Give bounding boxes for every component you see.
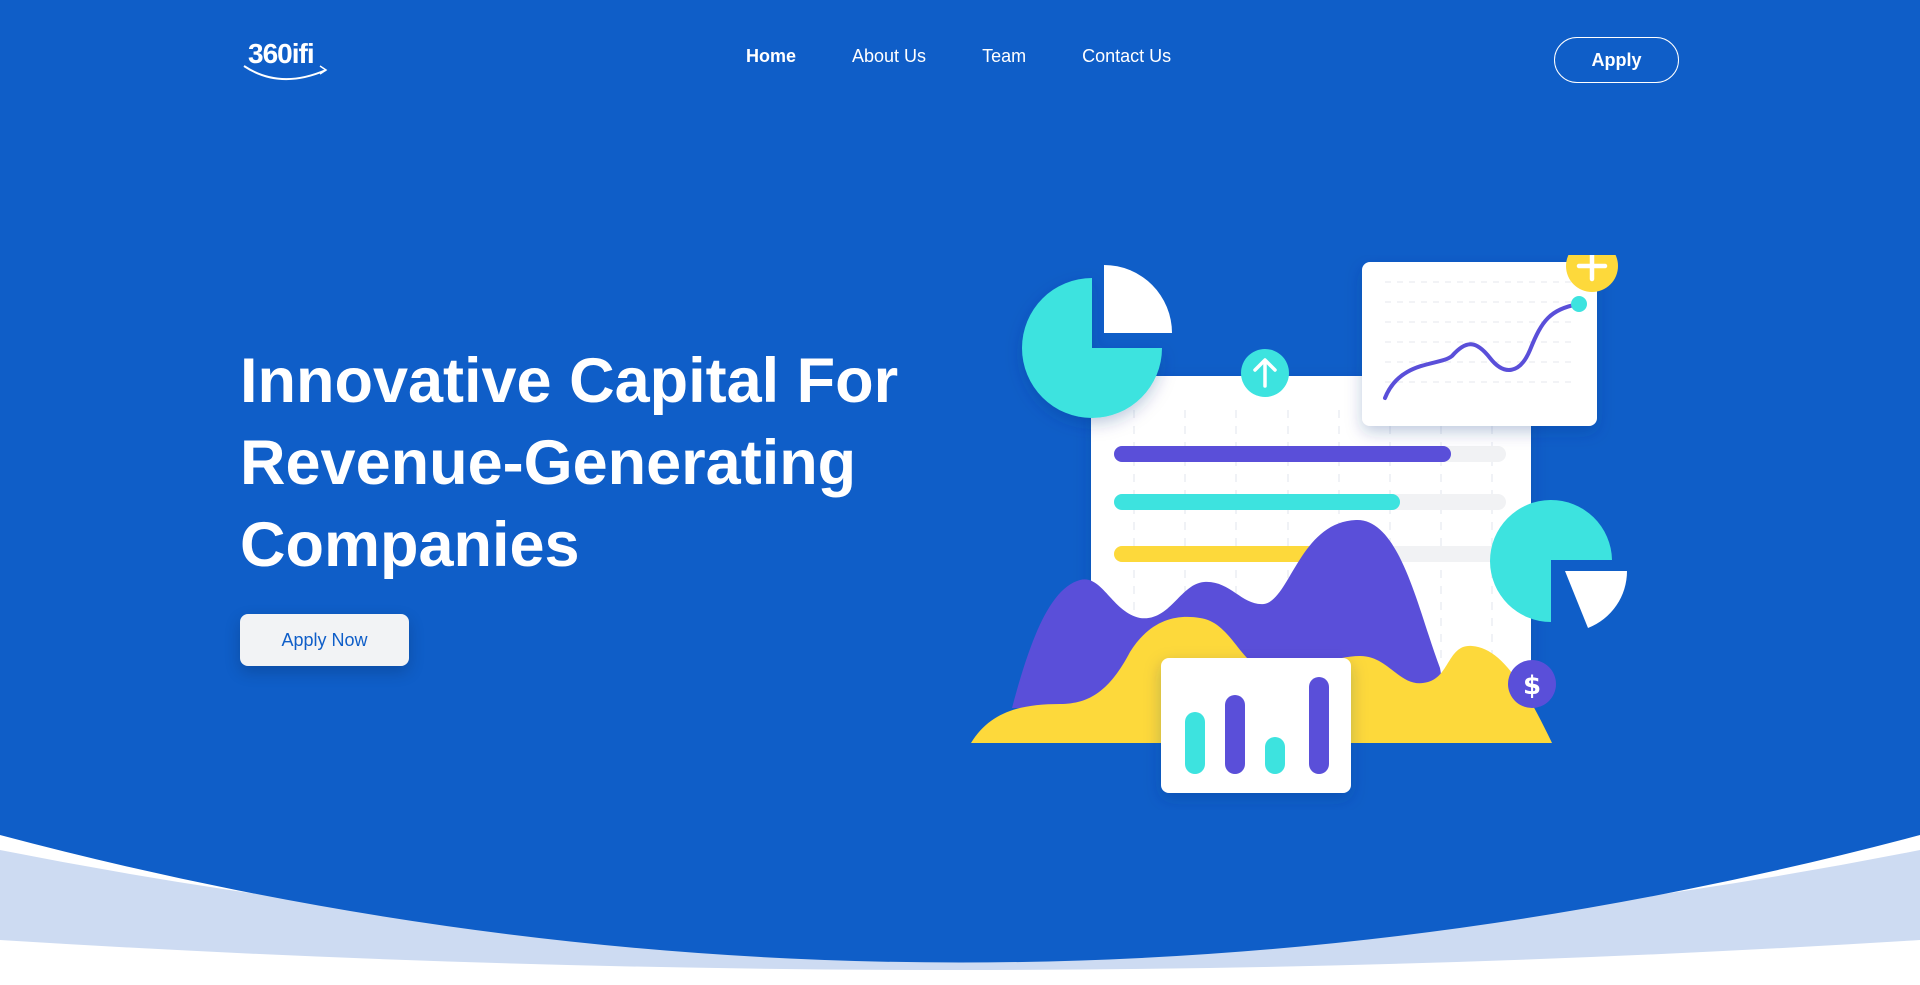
line-chart-icon — [1362, 262, 1597, 426]
bar-chart-icon — [1161, 658, 1351, 793]
logo-swoosh-icon — [243, 65, 328, 80]
svg-text:$: $ — [1523, 671, 1541, 701]
main-menu: Home About Us Team Contact Us — [746, 46, 1171, 67]
top-navigation: 360ifi Home About Us Team Contact Us App… — [0, 0, 1920, 120]
headline-line-3: Companies — [240, 510, 580, 580]
dollar-icon: $ — [1508, 660, 1556, 708]
progress-bar-purple — [1114, 446, 1451, 462]
nav-about-us[interactable]: About Us — [852, 46, 926, 67]
headline-line-1: Innovative Capital For — [240, 346, 899, 416]
nav-home[interactable]: Home — [746, 46, 796, 67]
hero-headline: Innovative Capital For Revenue-Generatin… — [240, 340, 960, 586]
headline-line-2: Revenue-Generating — [240, 428, 857, 498]
arrow-up-icon — [1241, 349, 1289, 397]
progress-bar-yellow — [1114, 546, 1318, 562]
logo[interactable]: 360ifi — [240, 34, 340, 84]
progress-bar-teal — [1114, 494, 1400, 510]
apply-now-button[interactable]: Apply Now — [240, 614, 409, 666]
nav-team[interactable]: Team — [982, 46, 1026, 67]
finance-illustration: $ — [971, 255, 1628, 793]
apply-button[interactable]: Apply — [1554, 37, 1679, 83]
nav-contact-us[interactable]: Contact Us — [1082, 46, 1171, 67]
